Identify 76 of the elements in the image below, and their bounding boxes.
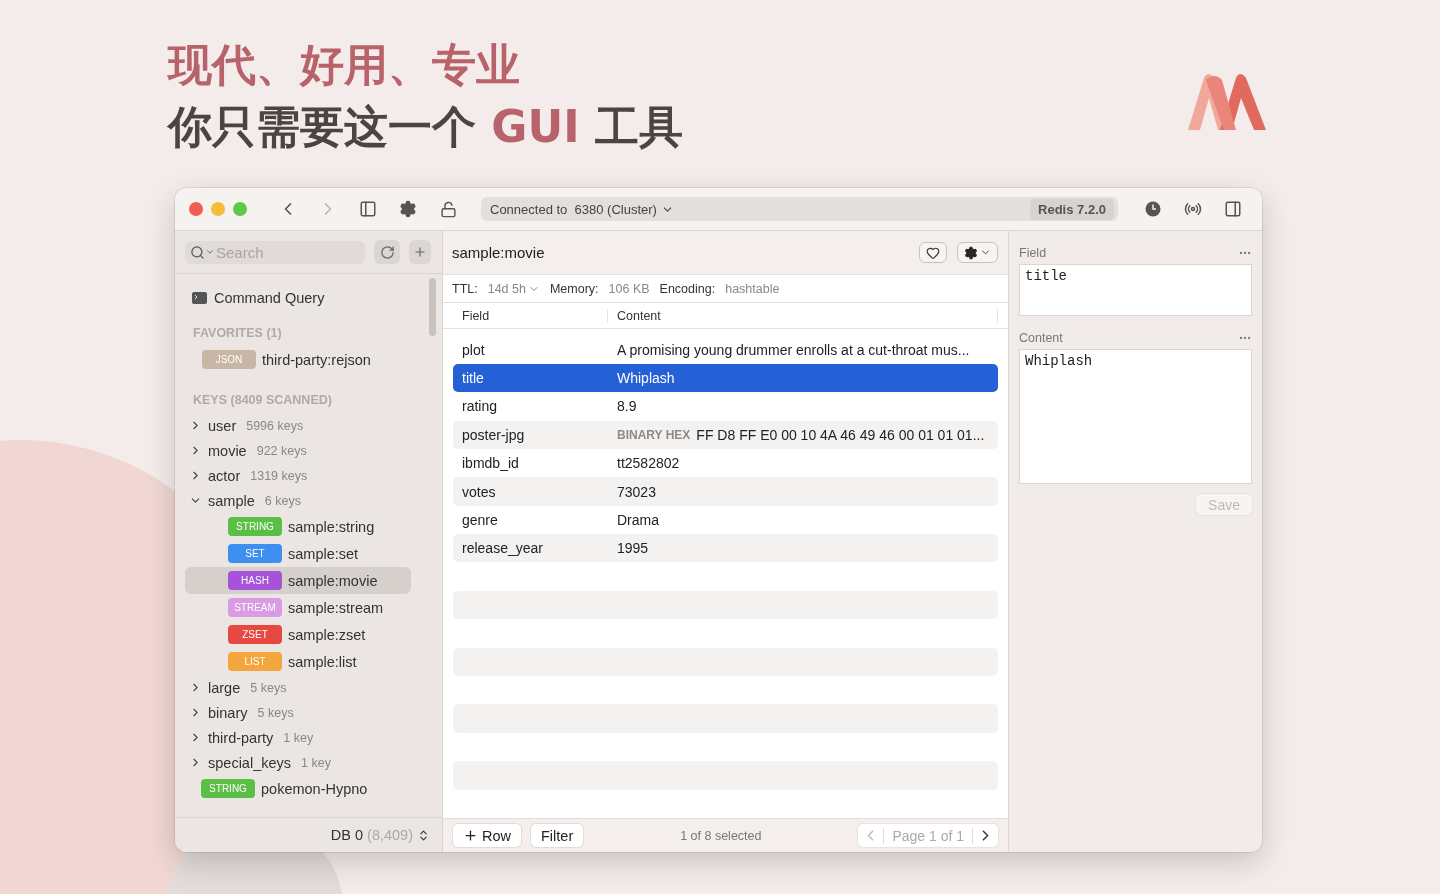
add-row-button[interactable]: Row (453, 824, 521, 847)
scrollbar (429, 278, 436, 336)
meta-value: 106 KB (608, 281, 650, 296)
headline: 现代、好用、专业 (168, 38, 521, 92)
type-badge: HASH (228, 571, 282, 590)
unlocked-padlock-icon (439, 200, 457, 218)
key-title: sample:movie (452, 244, 545, 261)
broadcast-icon (1184, 200, 1202, 218)
key-item[interactable]: STRING sample:string (185, 513, 411, 540)
key-group[interactable]: binary 5 keys (185, 700, 411, 725)
headline: 你只需要这一个 (168, 101, 477, 152)
refresh-button[interactable] (374, 240, 400, 264)
type-badge: SET (228, 544, 282, 563)
close-button[interactable] (189, 202, 203, 216)
database-selector[interactable]: DB 0 (8,409) (330, 827, 430, 843)
type-badge: JSON (202, 350, 256, 369)
search-icon (190, 244, 205, 260)
key-group[interactable]: large 5 keys (185, 675, 411, 700)
table-row[interactable]: poster-jpg BINARY HEX FF D8 FF E0 00 10 4A 46 49 46 00 01 01 01... (453, 420, 998, 449)
type-badge: STREAM (228, 598, 282, 617)
content-editor[interactable]: Whiplash (1019, 349, 1252, 484)
field-label: Field (1019, 246, 1047, 260)
heart-icon (926, 245, 940, 260)
clock-icon (1145, 201, 1161, 217)
meta-value: hashtable (725, 281, 780, 296)
favorite-button[interactable] (919, 242, 947, 263)
item-label: Command Query (214, 290, 325, 306)
field-editor[interactable]: title (1019, 264, 1252, 316)
type-badge: STRING (201, 779, 255, 798)
refresh-icon (379, 244, 395, 260)
settings-icon (964, 245, 978, 260)
key-item[interactable]: SET sample:set (185, 540, 411, 567)
column-header[interactable]: Content (608, 308, 998, 323)
meta-label: TTL: (452, 281, 478, 296)
meta-label: Encoding: (659, 281, 716, 296)
key-group[interactable]: movie 922 keys (185, 438, 411, 463)
selection-status: 1 of 8 selected (680, 828, 762, 843)
plus-icon (413, 245, 427, 259)
key-group[interactable]: actor 1319 keys (185, 463, 411, 488)
up-down-chevron-icon (417, 828, 430, 842)
page-indicator: Page 1 of 1 (883, 827, 973, 844)
key-group[interactable]: user 5996 keys (185, 413, 411, 438)
type-badge: ZSET (228, 625, 282, 644)
sidebar-icon (359, 200, 377, 218)
key-item[interactable]: STRING pokemon-Hypno (185, 775, 411, 802)
key-group[interactable]: special_keys 1 key (185, 750, 411, 775)
key-item[interactable]: LIST sample:list (185, 648, 411, 675)
settings-icon (399, 200, 417, 218)
key-item[interactable]: JSON third-party:rejson (185, 346, 411, 373)
type-badge: LIST (228, 652, 282, 671)
key-item[interactable]: HASH sample:movie (185, 567, 411, 594)
section-title: KEYS (8409 SCANNED) (193, 393, 332, 407)
command-query-item[interactable]: Command Query (185, 284, 325, 312)
connection-selector[interactable]: Connected to 6380 (Cluster) Redis 7.2.0 (481, 197, 1118, 221)
chevron-down-icon (205, 247, 215, 257)
sidebar-icon (1224, 200, 1242, 218)
section-title: FAVORITES (1) (193, 326, 282, 340)
table-row[interactable]: votes 73023 (453, 477, 998, 506)
table-row[interactable]: release_year 1995 (453, 534, 998, 563)
headline: 工具 (593, 101, 683, 152)
headline: GUI (491, 101, 580, 152)
actions-menu-button[interactable] (957, 242, 998, 263)
filter-button[interactable]: Filter (531, 824, 584, 847)
column-header[interactable]: Field (453, 308, 608, 323)
key-item[interactable]: ZSET sample:zset (185, 621, 411, 648)
key-group[interactable]: third-party 1 key (185, 725, 411, 750)
content-label: Content (1019, 331, 1063, 345)
table-row[interactable]: title Whiplash (453, 363, 998, 393)
type-badge: STRING (228, 517, 282, 536)
server-version: Redis 7.2.0 (1030, 198, 1114, 220)
terminal-icon (192, 292, 207, 304)
ttl-selector[interactable]: 14d 5h (487, 281, 540, 296)
plus-icon (463, 828, 478, 843)
key-group[interactable]: sample 6 keys (185, 488, 411, 513)
key-item[interactable]: STREAM sample:stream (185, 594, 411, 621)
meta-label: Memory: (549, 281, 599, 296)
